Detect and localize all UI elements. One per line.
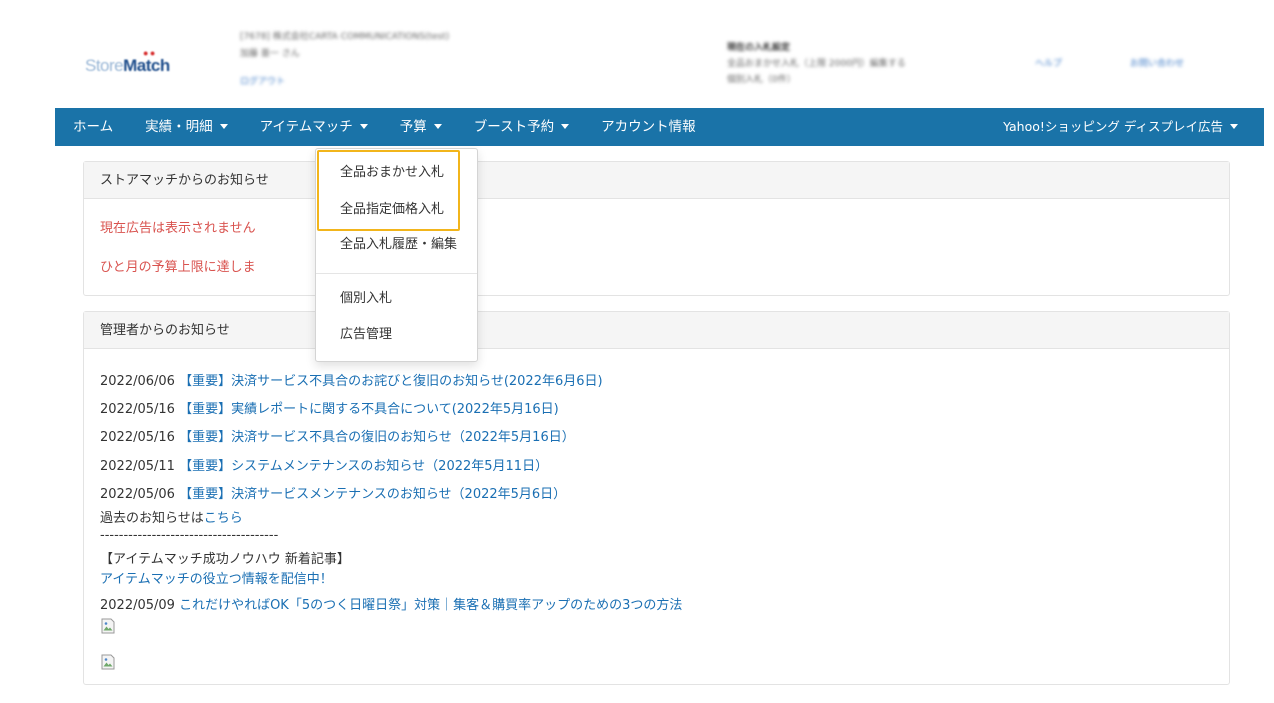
menu-item-individual-bid[interactable]: 個別入札 <box>316 288 477 310</box>
knowhow-link[interactable]: アイテムマッチの役立つ情報を配信中！ <box>100 572 333 587</box>
news-date: 2022/06/06 <box>100 374 175 389</box>
caret-down-icon <box>561 123 570 129</box>
menu-item-auto-bid[interactable]: 全品おまかせ入札 <box>316 162 477 184</box>
bid-setting-line2: 個別入札（0件） <box>727 75 796 85</box>
knowhow-line: アイテムマッチの役立つ情報を配信中！ <box>100 568 333 587</box>
broken-image-icon[interactable] <box>100 618 116 634</box>
menu-item-bid-history[interactable]: 全品入札履歴・編集 <box>316 234 477 256</box>
ad-status-warning: 現在広告は表示されません <box>100 221 256 236</box>
bid-setting-line1: 全品おまかせ入札（上限 2000円）編集する <box>727 59 906 69</box>
nav-results[interactable]: 実績・明細 <box>129 108 244 146</box>
header: ● ● StoreMatch [7678] 株式会社CARTA COMMUNIC… <box>55 12 1264 108</box>
past-notices-prefix: 過去のお知らせは <box>100 511 204 526</box>
bid-setting-title: 現在の入札設定 <box>727 43 791 53</box>
caret-down-icon <box>433 123 442 129</box>
nav-budget-label: 予算 <box>399 119 427 135</box>
nav-home[interactable]: ホーム <box>55 108 129 146</box>
user-name: 加藤 亜一 さん <box>240 49 300 59</box>
budget-limit-warning: ひと月の予算上限に達しま <box>100 260 256 275</box>
nav-account[interactable]: アカウント情報 <box>585 108 712 146</box>
article-link[interactable]: これだけやればOK「5のつく日曜日祭」対策｜集客＆購買率アップのための3つの方法 <box>179 598 682 613</box>
separator-line: -------------------------------------- <box>100 528 279 543</box>
news-date: 2022/05/16 <box>100 402 175 417</box>
top-strip <box>55 0 1264 12</box>
news-item: 2022/05/06 【重要】決済サービスメンテナンスのお知らせ（2022年5月… <box>100 483 566 502</box>
caret-down-icon <box>359 123 368 129</box>
past-notices-link[interactable]: こちら <box>204 511 243 526</box>
logo-store-text: Store <box>85 56 124 75</box>
news-item: 2022/05/16 【重要】実績レポートに関する不具合について(2022年5月… <box>100 398 559 417</box>
nav-home-label: ホーム <box>73 119 114 135</box>
caret-down-icon <box>219 123 228 129</box>
company-name: [7678] 株式会社CARTA COMMUNICATIONS(test) <box>240 32 450 42</box>
news-link[interactable]: 【重要】決済サービス不具合のお詫びと復旧のお知らせ(2022年6月6日) <box>179 374 603 389</box>
news-item: 2022/05/11 【重要】システムメンテナンスのお知らせ（2022年5月11… <box>100 455 548 474</box>
menu-item-ad-management[interactable]: 広告管理 <box>316 324 477 346</box>
logout-link[interactable]: ログアウト <box>240 74 285 87</box>
menu-item-fixed-price-bid[interactable]: 全品指定価格入札 <box>316 199 477 221</box>
help-link[interactable]: ヘルプ <box>1035 56 1062 69</box>
menu-divider <box>316 273 477 274</box>
page: ● ● StoreMatch [7678] 株式会社CARTA COMMUNIC… <box>55 0 1264 703</box>
news-link[interactable]: 【重要】システムメンテナンスのお知らせ（2022年5月11日） <box>179 459 548 474</box>
nav-yahoo-display[interactable]: Yahoo!ショッピング ディスプレイ広告 <box>1003 108 1238 146</box>
contact-link[interactable]: お問い合わせ <box>1130 56 1184 69</box>
nav-boost-label: ブースト予約 <box>473 119 555 135</box>
news-date: 2022/05/06 <box>100 487 175 502</box>
nav-yahoo-display-label: Yahoo!ショッピング ディスプレイ広告 <box>1003 119 1223 134</box>
storematch-notice-panel: ストアマッチからのお知らせ 現在広告は表示されません ひと月の予算上限に達しま <box>83 161 1230 296</box>
news-date: 2022/05/11 <box>100 459 175 474</box>
news-item: 2022/05/16 【重要】決済サービス不具合の復旧のお知らせ（2022年5月… <box>100 426 575 445</box>
logo-match-text: Match <box>123 56 170 75</box>
caret-down-icon <box>1230 124 1238 129</box>
main-navbar: ホーム 実績・明細 アイテムマッチ 予算 ブースト予約 アカウント情報 Yaho… <box>55 108 1264 146</box>
news-link[interactable]: 【重要】決済サービスメンテナンスのお知らせ（2022年5月6日） <box>179 487 566 502</box>
news-item: 2022/06/06 【重要】決済サービス不具合のお詫びと復旧のお知らせ(202… <box>100 370 603 389</box>
article-item: 2022/05/09 これだけやればOK「5のつく日曜日祭」対策｜集客＆購買率ア… <box>100 594 682 613</box>
nav-results-label: 実績・明細 <box>145 119 213 135</box>
admin-notice-panel: 管理者からのお知らせ 2022/06/06 【重要】決済サービス不具合のお詫びと… <box>83 311 1230 685</box>
nav-boost[interactable]: ブースト予約 <box>458 108 585 146</box>
panel-heading: ストアマッチからのお知らせ <box>84 162 1229 199</box>
logo-dots: ● ● <box>143 48 155 58</box>
broken-image-icon[interactable] <box>100 654 116 670</box>
past-notices-line: 過去のお知らせはこちら <box>100 507 243 526</box>
nav-itemmatch[interactable]: アイテムマッチ <box>244 108 384 146</box>
nav-account-label: アカウント情報 <box>601 119 696 135</box>
article-date: 2022/05/09 <box>100 598 175 613</box>
news-link[interactable]: 【重要】実績レポートに関する不具合について(2022年5月16日) <box>179 402 559 417</box>
panel-heading: 管理者からのお知らせ <box>84 312 1229 349</box>
itemmatch-dropdown-menu: 全品おまかせ入札 全品指定価格入札 全品入札履歴・編集 個別入札 広告管理 <box>315 148 478 362</box>
nav-itemmatch-label: アイテムマッチ <box>259 119 353 135</box>
news-link[interactable]: 【重要】決済サービス不具合の復旧のお知らせ（2022年5月16日） <box>179 430 575 445</box>
nav-budget[interactable]: 予算 <box>384 108 458 146</box>
knowhow-title: 【アイテムマッチ成功ノウハウ 新着記事】 <box>100 552 350 567</box>
storematch-logo[interactable]: ● ● StoreMatch <box>85 48 170 76</box>
news-date: 2022/05/16 <box>100 430 175 445</box>
